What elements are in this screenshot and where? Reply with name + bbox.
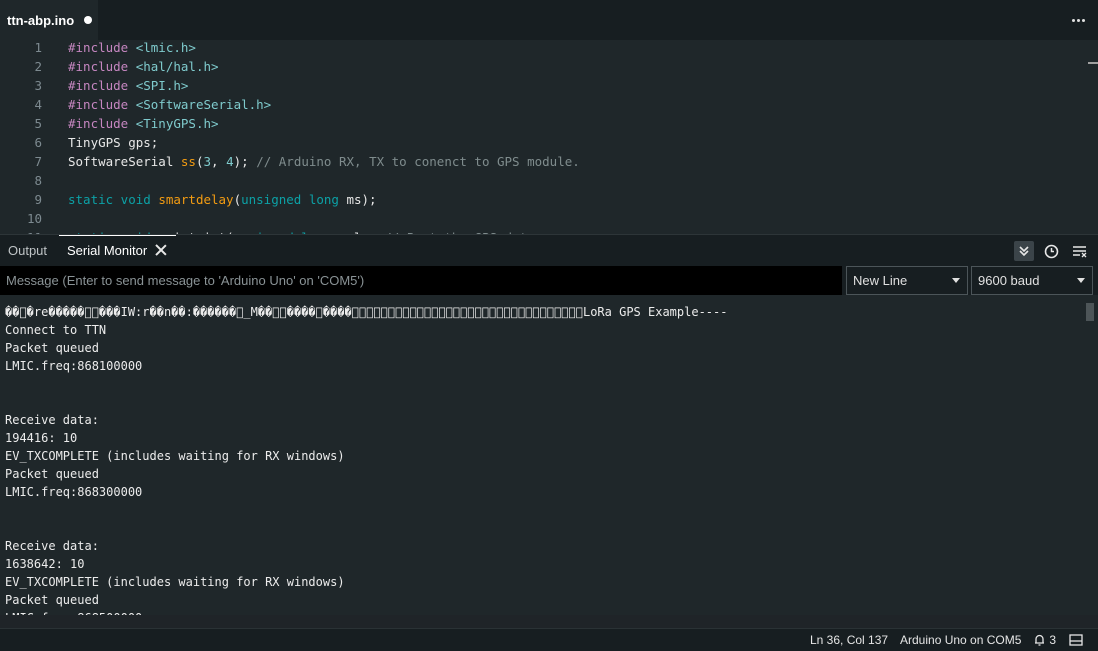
code-token: smartdelay (158, 192, 234, 207)
code-line[interactable]: 5 #include <TinyGPS.h> (0, 114, 1080, 133)
clear-output-icon[interactable] (1070, 242, 1088, 260)
line-ending-value: New Line (853, 273, 908, 288)
serial-input-row: New Line 9600 baud (0, 266, 1098, 295)
code-token: 4 (226, 154, 234, 169)
code-token: <hal/hal.h> (135, 59, 219, 74)
code-token: ); (233, 154, 257, 169)
overview-ruler-marker (1088, 62, 1098, 64)
serial-line: 1638642: 10 (5, 557, 85, 571)
line-number: 10 (26, 211, 42, 226)
code-text: SoftwareSerial ss(3, 4); // Arduino RX, … (68, 152, 580, 171)
cursor-position[interactable]: Ln 36, Col 137 (810, 633, 888, 647)
active-tab-indicator (59, 235, 176, 236)
board-port-status[interactable]: Arduino Uno on COM5 (900, 633, 1021, 647)
code-line[interactable]: 2 #include <hal/hal.h> (0, 57, 1080, 76)
code-line[interactable]: 1 #include <lmic.h> (0, 40, 1080, 57)
panel-header: Output Serial Monitor (0, 234, 1098, 267)
code-token: ( (233, 192, 242, 207)
code-line[interactable]: 8 (0, 171, 1080, 190)
line-number: 5 (34, 116, 42, 131)
code-line[interactable]: 7 SoftwareSerial ss(3, 4); // Arduino RX,… (0, 152, 1080, 171)
code-token: static void (68, 192, 159, 207)
unsaved-dot-icon (84, 16, 93, 24)
status-bar: Ln 36, Col 137 Arduino Uno on COM5 3 (0, 628, 1098, 651)
line-number: 2 (34, 59, 42, 74)
code-line[interactable]: 6 TinyGPS gps; (0, 133, 1080, 152)
code-token: <SoftwareSerial.h> (135, 97, 272, 112)
code-text: #include <hal/hal.h> (68, 57, 219, 76)
line-number: 7 (34, 154, 42, 169)
line-number: 6 (34, 135, 42, 150)
code-token: SoftwareSerial (68, 154, 181, 169)
autoscroll-toggle-icon[interactable] (1014, 241, 1034, 261)
close-serial-monitor-icon[interactable] (155, 244, 167, 256)
serial-line: LMIC.freq:868500000 (5, 609, 142, 615)
code-token: // Arduino RX, TX to conenct to GPS modu… (256, 154, 580, 169)
file-tab-label: ttn-abp.ino (7, 12, 75, 28)
code-text: #include <SPI.h> (68, 76, 188, 95)
serial-line: Packet queued (5, 341, 99, 355)
code-token: unsigned long (241, 192, 339, 207)
code-token: #include (68, 116, 136, 131)
serial-line: Connect to TTN (5, 323, 107, 337)
code-line[interactable]: 9 static void smartdelay(unsigned long ms… (0, 190, 1080, 209)
notification-bell-icon (1035, 634, 1044, 646)
chevron-down-icon (1077, 278, 1085, 283)
serial-message-input[interactable] (0, 266, 842, 295)
code-token: <lmic.h> (135, 40, 196, 55)
serial-monitor-output[interactable]: LMIC.freq:868500000 Packet queued EV_TXCOM… (0, 295, 1098, 615)
code-token: ms); (338, 192, 377, 207)
code-line[interactable]: 3 #include <SPI.h> (0, 76, 1080, 95)
more-actions-icon[interactable] (1070, 12, 1086, 28)
code-token: #include (68, 78, 136, 93)
notification-count: 3 (1049, 633, 1057, 647)
tab-serial-monitor[interactable]: Serial Monitor (67, 235, 147, 267)
serial-line: EV_TXCOMPLETE (includes waiting for RX w… (5, 449, 345, 463)
serial-scrollbar[interactable] (1082, 295, 1098, 615)
code-line[interactable]: 10 (0, 209, 1080, 228)
scrollbar-thumb[interactable] (1086, 303, 1094, 321)
code-token: , (211, 154, 227, 169)
code-text: #include <TinyGPS.h> (68, 114, 219, 133)
code-token: <TinyGPS.h> (135, 116, 219, 131)
baud-rate-select[interactable]: 9600 baud (971, 266, 1093, 295)
timestamp-clock-icon[interactable] (1042, 242, 1060, 260)
toggle-panel-icon[interactable] (1069, 634, 1083, 649)
editor-tab-bar: ttn-abp.ino (0, 0, 1098, 40)
code-token: ss (180, 154, 196, 169)
code-text: #include <SoftwareSerial.h> (68, 95, 271, 114)
serial-line: LMIC.freq:868300000 (5, 485, 143, 499)
line-number: 4 (34, 97, 42, 112)
serial-line: Packet queued (5, 467, 99, 481)
serial-line: Receive data: (5, 539, 99, 553)
code-editor[interactable]: 1 #include <lmic.h> 2 #include <hal/hal.h> 3… (0, 40, 1098, 234)
code-text: #include <lmic.h> (68, 40, 196, 57)
tab-output[interactable]: Output (8, 235, 47, 267)
code-token: <SPI.h> (135, 78, 189, 93)
line-number: 8 (34, 173, 42, 188)
code-token: #include (68, 59, 136, 74)
line-ending-select[interactable]: New Line (846, 266, 968, 295)
line-number: 9 (34, 192, 42, 207)
serial-line: EV_TXCOMPLETE (includes waiting for RX w… (5, 575, 345, 589)
code-text: static void smartdelay(unsigned long ms)… (68, 190, 377, 209)
serial-line: LMIC.freq:868100000 (5, 359, 143, 373)
notifications-button[interactable]: 3 (1033, 633, 1056, 647)
serial-line: Receive data: (5, 413, 99, 427)
line-number: 3 (34, 78, 42, 93)
code-token: #include (68, 40, 136, 55)
serial-line: �� �re�����  ���IW:r��n��:������ _M��  �… (5, 305, 728, 319)
serial-line: Packet queued (5, 593, 99, 607)
chevron-down-icon (952, 278, 960, 283)
file-tab[interactable]: ttn-abp.ino (0, 0, 98, 40)
code-token: #include (68, 97, 136, 112)
code-line[interactable]: 4 #include <SoftwareSerial.h> (0, 95, 1080, 114)
code-text: TinyGPS gps; (68, 133, 158, 152)
code-token: TinyGPS gps; (68, 135, 159, 150)
code-token: 3 (203, 154, 212, 169)
line-number: 1 (34, 40, 42, 55)
baud-rate-value: 9600 baud (978, 273, 1040, 288)
serial-line: 194416: 10 (5, 431, 78, 445)
